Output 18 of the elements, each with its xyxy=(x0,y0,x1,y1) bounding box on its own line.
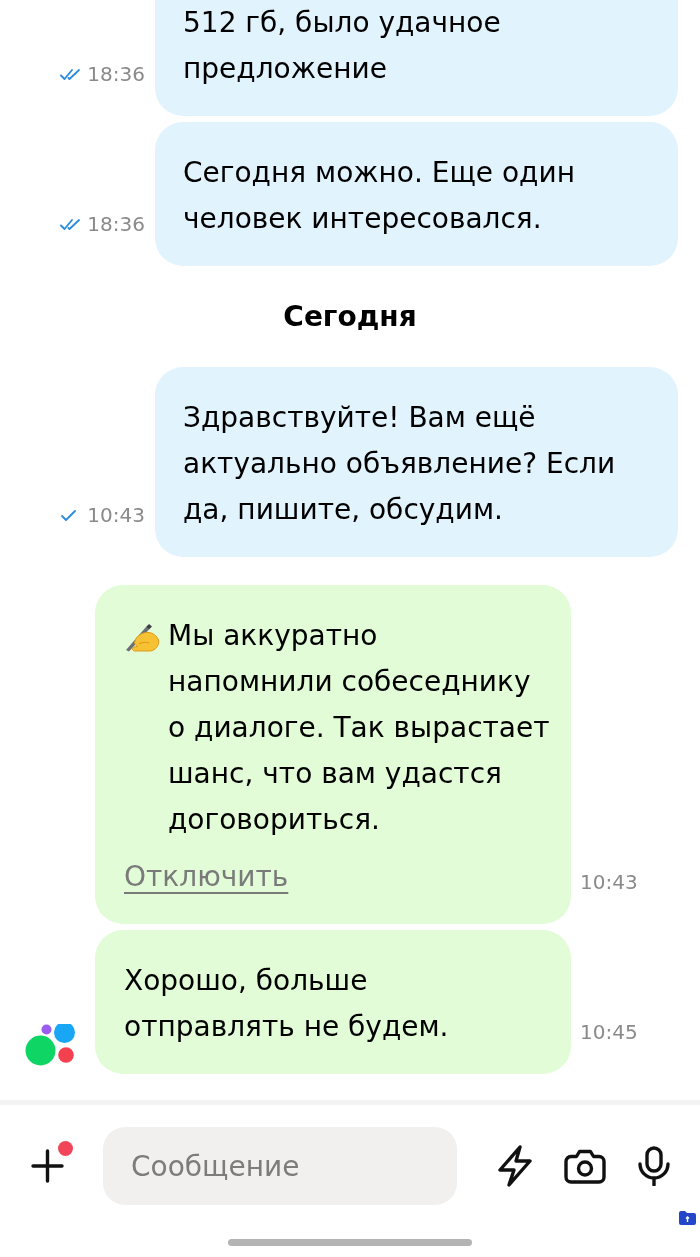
message-input[interactable]: Сообщение xyxy=(103,1127,457,1205)
message-time: 10:43 xyxy=(580,870,638,894)
folder-icon xyxy=(678,1210,697,1226)
date-separator: Сегодня xyxy=(283,300,417,334)
message-time: 18:36 xyxy=(87,212,145,236)
message-text: Мы аккуратно напомнили собеседнику о диалоге. Так вырастает шанс, что вам удастся договориться. xyxy=(168,618,550,838)
plus-icon[interactable] xyxy=(31,1149,64,1183)
message-time: 10:43 xyxy=(87,503,145,527)
message-text: Сегодня можно. Еще один человек интересовался. xyxy=(183,156,575,235)
message-time: 18:36 xyxy=(87,62,145,86)
disable-link[interactable]: Отключить xyxy=(124,854,289,900)
camera-icon[interactable] xyxy=(564,1148,606,1184)
lightning-icon[interactable] xyxy=(497,1145,533,1187)
message-text: Хорошо, больше отправлять не будем. xyxy=(124,964,449,1043)
microphone-icon[interactable] xyxy=(637,1146,671,1186)
message-time: 10:45 xyxy=(580,1020,638,1044)
message-text: 512 гб, было удачное предложение xyxy=(183,6,501,85)
message-text: Здравствуйте! Вам ещё актуально объявление? Если да, пишите, обсудим. xyxy=(183,401,616,526)
